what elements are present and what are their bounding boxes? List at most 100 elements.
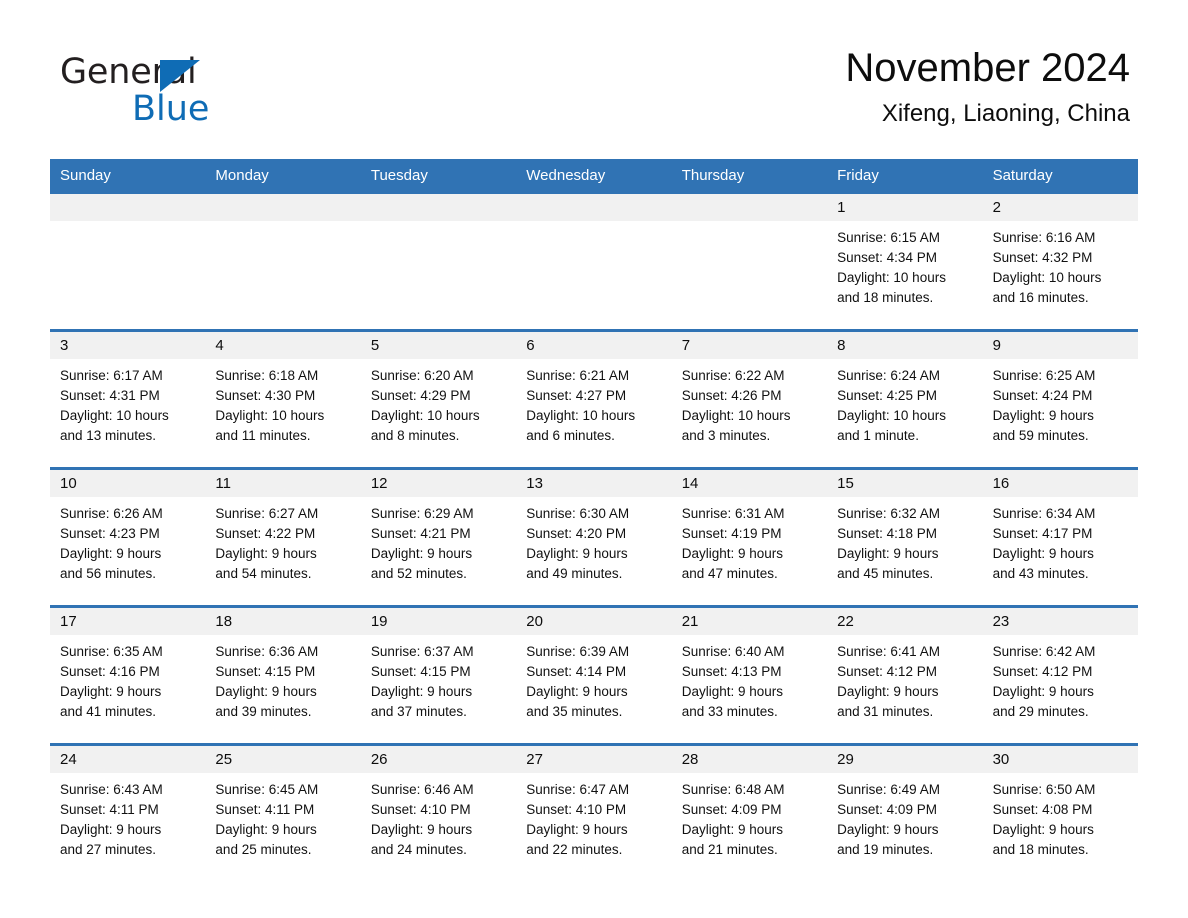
sunset-text: Sunset: 4:11 PM	[60, 802, 159, 817]
day-cell[interactable]: 16 Sunrise: 6:34 AM Sunset: 4:17 PM Dayl…	[982, 470, 1138, 605]
day-cell[interactable]: 3 Sunrise: 6:17 AM Sunset: 4:31 PM Dayli…	[50, 332, 206, 467]
day-cell[interactable]: 30 Sunrise: 6:50 AM Sunset: 4:08 PM Dayl…	[982, 746, 1138, 864]
day-cell[interactable]: 23 Sunrise: 6:42 AM Sunset: 4:12 PM Dayl…	[982, 608, 1138, 743]
day-cell[interactable]: 24 Sunrise: 6:43 AM Sunset: 4:11 PM Dayl…	[50, 746, 206, 864]
calendar-page: General Blue November 2024 Xifeng, Liaon…	[0, 0, 1188, 918]
day-cell[interactable]: 29 Sunrise: 6:49 AM Sunset: 4:09 PM Dayl…	[827, 746, 983, 864]
daylight-text-line1: Daylight: 9 hours	[215, 822, 317, 837]
day-number-band: 9	[982, 332, 1138, 359]
day-number: 29	[837, 751, 854, 768]
sunset-text: Sunset: 4:26 PM	[681, 388, 782, 403]
day-number: 21	[681, 613, 699, 630]
day-cell[interactable]: 26 Sunrise: 6:46 AM Sunset: 4:10 PM Dayl…	[360, 746, 517, 864]
day-number: 28	[681, 751, 699, 768]
day-cell[interactable]: 22 Sunrise: 6:41 AM Sunset: 4:12 PM Dayl…	[827, 608, 983, 743]
daylight-text-line2: and 19 minutes.	[837, 842, 934, 857]
sunrise-text: Sunrise: 6:16 AM	[992, 230, 1096, 245]
daylight-text-line2: and 39 minutes.	[215, 704, 312, 719]
day-info: Sunrise: 6:36 AM Sunset: 4:15 PM Dayligh…	[205, 635, 360, 722]
daylight-text-line2: and 24 minutes.	[370, 842, 467, 857]
general-blue-logo: General Blue	[60, 52, 320, 132]
sunset-text: Sunset: 4:11 PM	[215, 802, 315, 817]
day-cell[interactable]: 4 Sunrise: 6:18 AM Sunset: 4:30 PM Dayli…	[205, 332, 361, 467]
daylight-text-line2: and 1 minute.	[837, 428, 919, 443]
day-cell[interactable]	[50, 194, 206, 329]
day-number: 4	[215, 337, 224, 354]
day-number-band	[205, 194, 361, 221]
day-cell[interactable]: 11 Sunrise: 6:27 AM Sunset: 4:22 PM Dayl…	[205, 470, 361, 605]
day-info: Sunrise: 6:30 AM Sunset: 4:20 PM Dayligh…	[516, 497, 671, 584]
day-number-band: 30	[982, 746, 1138, 773]
day-number-band: 22	[827, 608, 983, 635]
day-cell[interactable]: 5 Sunrise: 6:20 AM Sunset: 4:29 PM Dayli…	[360, 332, 517, 467]
day-number: 19	[370, 613, 388, 630]
daylight-text-line2: and 11 minutes.	[215, 428, 311, 443]
day-cell[interactable]	[516, 194, 672, 329]
weekday-header-monday: Monday	[215, 167, 269, 184]
day-cell[interactable]: 10 Sunrise: 6:26 AM Sunset: 4:23 PM Dayl…	[50, 470, 206, 605]
day-cell[interactable]: 27 Sunrise: 6:47 AM Sunset: 4:10 PM Dayl…	[516, 746, 672, 864]
sunset-text: Sunset: 4:09 PM	[837, 802, 937, 817]
day-info: Sunrise: 6:43 AM Sunset: 4:11 PM Dayligh…	[50, 773, 205, 860]
sunset-text: Sunset: 4:14 PM	[526, 664, 627, 679]
day-cell[interactable]: 25 Sunrise: 6:45 AM Sunset: 4:11 PM Dayl…	[205, 746, 361, 864]
day-cell[interactable]	[205, 194, 361, 329]
day-cell[interactable]: 9 Sunrise: 6:25 AM Sunset: 4:24 PM Dayli…	[982, 332, 1138, 467]
day-cell[interactable]: 18 Sunrise: 6:36 AM Sunset: 4:15 PM Dayl…	[205, 608, 361, 743]
daylight-text-line2: and 37 minutes.	[370, 704, 467, 719]
day-cell[interactable]: 20 Sunrise: 6:39 AM Sunset: 4:14 PM Dayl…	[516, 608, 672, 743]
sunrise-text: Sunrise: 6:45 AM	[215, 782, 319, 797]
sunset-text: Sunset: 4:12 PM	[992, 664, 1093, 679]
day-cell[interactable]: 13 Sunrise: 6:30 AM Sunset: 4:20 PM Dayl…	[516, 470, 672, 605]
daylight-text-line2: and 43 minutes.	[992, 566, 1089, 581]
day-cell[interactable]: 6 Sunrise: 6:21 AM Sunset: 4:27 PM Dayli…	[516, 332, 672, 467]
daylight-text-line2: and 54 minutes.	[215, 566, 312, 581]
day-cell[interactable]: 21 Sunrise: 6:40 AM Sunset: 4:13 PM Dayl…	[671, 608, 828, 743]
day-number-band: 13	[516, 470, 672, 497]
sunrise-text: Sunrise: 6:48 AM	[681, 782, 785, 797]
day-cell[interactable]: 19 Sunrise: 6:37 AM Sunset: 4:15 PM Dayl…	[360, 608, 517, 743]
day-number: 20	[526, 613, 543, 630]
daylight-text-line2: and 56 minutes.	[60, 566, 157, 581]
daylight-text-line1: Daylight: 9 hours	[681, 822, 784, 837]
day-cell[interactable]: 8 Sunrise: 6:24 AM Sunset: 4:25 PM Dayli…	[827, 332, 983, 467]
sunset-text: Sunset: 4:24 PM	[992, 388, 1093, 403]
day-info: Sunrise: 6:42 AM Sunset: 4:12 PM Dayligh…	[983, 635, 1138, 722]
sunrise-text: Sunrise: 6:49 AM	[837, 782, 940, 797]
day-info: Sunrise: 6:29 AM Sunset: 4:21 PM Dayligh…	[361, 497, 516, 584]
day-cell[interactable]: 15 Sunrise: 6:32 AM Sunset: 4:18 PM Dayl…	[827, 470, 983, 605]
day-cell[interactable]	[360, 194, 517, 329]
day-cell[interactable]	[671, 194, 828, 329]
day-info: Sunrise: 6:49 AM Sunset: 4:09 PM Dayligh…	[827, 773, 982, 860]
sunset-text: Sunset: 4:23 PM	[60, 526, 160, 541]
sunrise-text: Sunrise: 6:30 AM	[526, 506, 630, 521]
day-number: 25	[215, 751, 233, 768]
day-number: 7	[681, 337, 691, 354]
day-cell[interactable]: 1 Sunrise: 6:15 AM Sunset: 4:34 PM Dayli…	[827, 194, 983, 329]
day-info: Sunrise: 6:20 AM Sunset: 4:29 PM Dayligh…	[361, 359, 516, 446]
day-number-band: 18	[205, 608, 361, 635]
daylight-text-line2: and 8 minutes.	[370, 428, 460, 443]
day-cell[interactable]: 28 Sunrise: 6:48 AM Sunset: 4:09 PM Dayl…	[671, 746, 828, 864]
day-number: 8	[837, 337, 846, 354]
daylight-text-line1: Daylight: 9 hours	[370, 546, 473, 561]
day-cell[interactable]: 2 Sunrise: 6:16 AM Sunset: 4:32 PM Dayli…	[982, 194, 1138, 329]
calendar-week-row: 3 Sunrise: 6:17 AM Sunset: 4:31 PM Dayli…	[50, 329, 1138, 467]
sunrise-text: Sunrise: 6:32 AM	[837, 506, 940, 521]
day-number: 3	[60, 337, 69, 354]
sunrise-text: Sunrise: 6:31 AM	[681, 506, 785, 521]
day-cell[interactable]: 12 Sunrise: 6:29 AM Sunset: 4:21 PM Dayl…	[360, 470, 517, 605]
day-cell[interactable]: 14 Sunrise: 6:31 AM Sunset: 4:19 PM Dayl…	[671, 470, 828, 605]
daylight-text-line2: and 27 minutes.	[60, 842, 157, 857]
day-cell[interactable]: 7 Sunrise: 6:22 AM Sunset: 4:26 PM Dayli…	[671, 332, 828, 467]
day-number-band: 23	[982, 608, 1138, 635]
day-info: Sunrise: 6:17 AM Sunset: 4:31 PM Dayligh…	[50, 359, 205, 446]
sunrise-text: Sunrise: 6:39 AM	[526, 644, 630, 659]
daylight-text-line1: Daylight: 9 hours	[837, 546, 939, 561]
daylight-text-line1: Daylight: 9 hours	[60, 684, 162, 699]
daylight-text-line1: Daylight: 9 hours	[215, 684, 317, 699]
day-cell[interactable]: 17 Sunrise: 6:35 AM Sunset: 4:16 PM Dayl…	[50, 608, 206, 743]
day-number: 18	[215, 613, 233, 630]
daylight-text-line2: and 18 minutes.	[837, 290, 934, 305]
sunset-text: Sunset: 4:12 PM	[837, 664, 937, 679]
